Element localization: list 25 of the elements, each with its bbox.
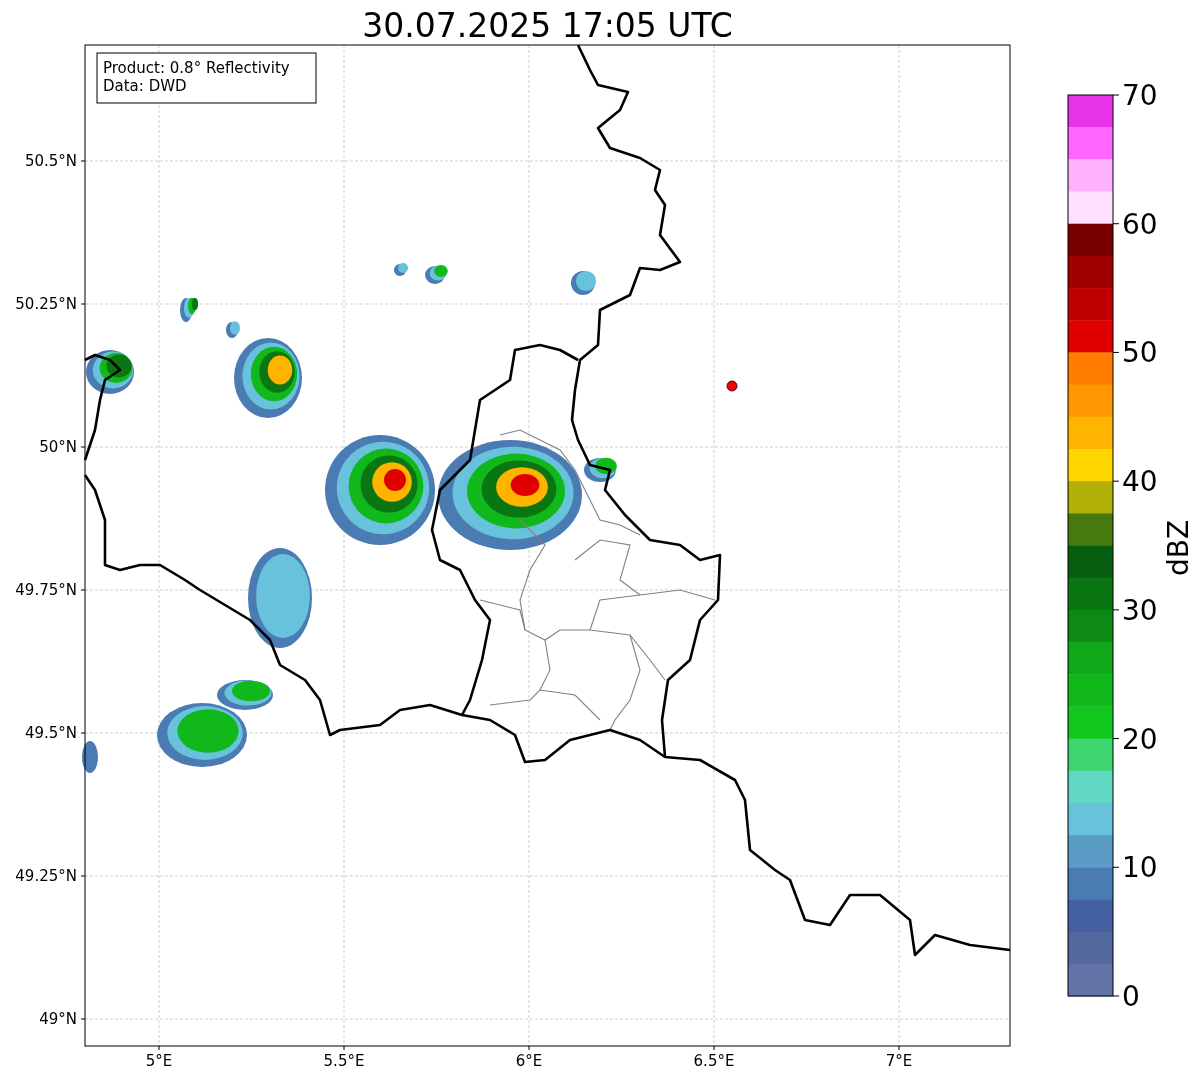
colorbar-label: dBZ bbox=[1162, 519, 1195, 577]
y-tick-label: 50°N bbox=[39, 438, 77, 456]
y-tick-label: 49°N bbox=[39, 1010, 77, 1028]
colorbar-tick-label: 50 bbox=[1122, 336, 1158, 370]
x-tick-label: 7°E bbox=[885, 1052, 913, 1070]
colorbar-tick-label: 70 bbox=[1122, 79, 1158, 112]
x-tick-label: 6°E bbox=[515, 1052, 543, 1070]
chart-title: 30.07.2025 17:05 UTC bbox=[362, 6, 733, 45]
x-tick-label: 5.5°E bbox=[323, 1052, 365, 1070]
colorbar-tick-label: 40 bbox=[1122, 465, 1158, 499]
colorbar-tick-label: 10 bbox=[1122, 851, 1158, 885]
station-marker bbox=[726, 380, 738, 392]
y-tick-label: 49.5°N bbox=[24, 724, 77, 742]
colorbar-tick-label: 0 bbox=[1122, 980, 1140, 1013]
x-tick-label: 5°E bbox=[145, 1052, 173, 1070]
y-tick-label: 49.25°N bbox=[15, 867, 77, 885]
y-tick-label: 49.75°N bbox=[15, 581, 77, 599]
colorbar-tick-label: 20 bbox=[1122, 722, 1158, 756]
colorbar-tick-label: 60 bbox=[1122, 207, 1158, 241]
y-tick-label: 50.25°N bbox=[15, 295, 77, 313]
x-tick-label: 6.5°E bbox=[693, 1052, 735, 1070]
legend-text: Data: DWD bbox=[103, 77, 187, 95]
legend-text: Product: 0.8° Reflectivity bbox=[103, 59, 290, 77]
y-tick-label: 50.5°N bbox=[24, 152, 77, 170]
colorbar-tick-label: 30 bbox=[1122, 593, 1158, 627]
